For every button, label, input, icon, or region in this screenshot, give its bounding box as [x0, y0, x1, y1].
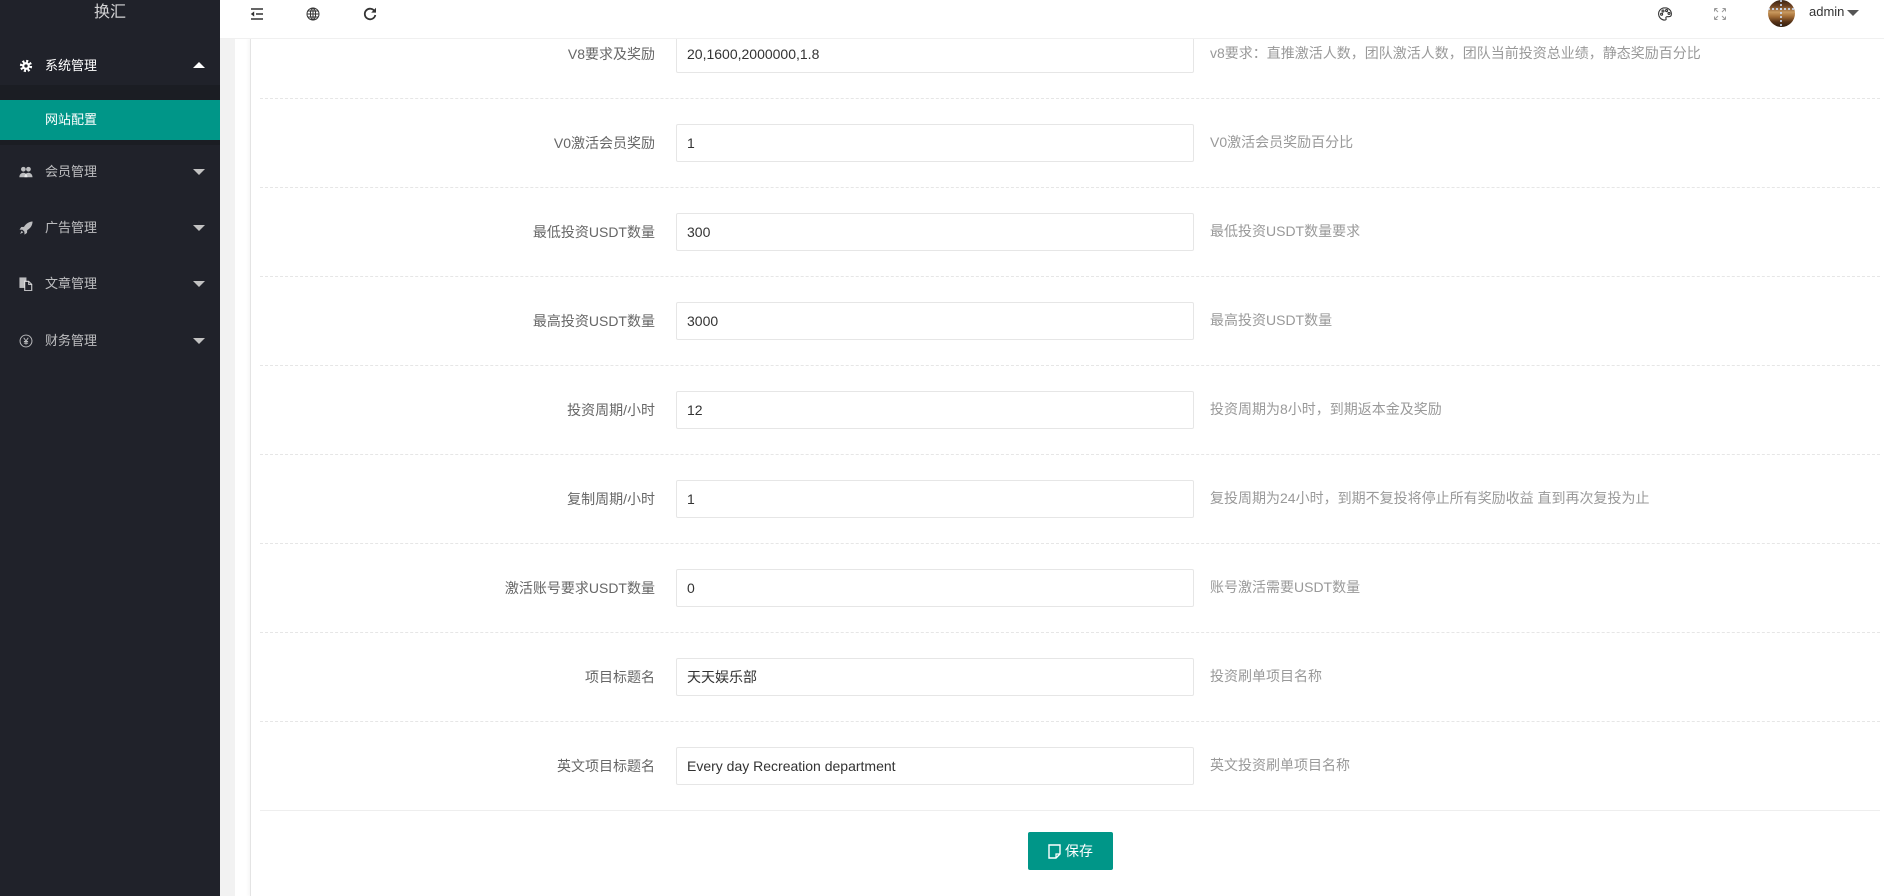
- sidebar-item-article-management[interactable]: 文章管理: [0, 256, 220, 312]
- field-label: V0激活会员奖励: [553, 135, 655, 151]
- min-invest-usdt-input[interactable]: [676, 213, 1194, 251]
- form-row-project-title-en: 英文项目标题名 英文投资刷单项目名称: [260, 722, 1880, 811]
- refresh-icon[interactable]: [362, 6, 378, 22]
- sidebar-item-label: 广告管理: [45, 220, 98, 235]
- field-hint: 投资周期为8小时，到期返本金及奖励: [1210, 401, 1442, 417]
- project-title-input[interactable]: [676, 658, 1194, 696]
- form-row-reinvest-period: 复制周期/小时 复投周期为24小时，到期不复投将停止所有奖励收益 直到再次复投为…: [260, 455, 1880, 544]
- sidebar-item-member-management[interactable]: 会员管理: [0, 144, 220, 200]
- field-hint: 投资刷单项目名称: [1210, 668, 1322, 684]
- invest-period-input[interactable]: [676, 391, 1194, 429]
- chevron-down-icon: [193, 169, 205, 175]
- copy-icon: [19, 277, 33, 291]
- form-row-v0-reward: V0激活会员奖励 V0激活会员奖励百分比: [260, 99, 1880, 188]
- form-row-max-invest: 最高投资USDT数量 最高投资USDT数量: [260, 277, 1880, 366]
- max-invest-usdt-input[interactable]: [676, 302, 1194, 340]
- chevron-down-icon: [193, 281, 205, 287]
- v8-reward-input[interactable]: [676, 35, 1194, 73]
- form-row-min-invest: 最低投资USDT数量 最低投资USDT数量要求: [260, 188, 1880, 277]
- chevron-down-icon: [193, 225, 205, 231]
- caret-down-icon[interactable]: [1847, 10, 1859, 16]
- field-label: 投资周期/小时: [567, 402, 655, 418]
- field-hint: 账号激活需要USDT数量: [1210, 579, 1361, 595]
- field-label: 最低投资USDT数量: [532, 224, 655, 240]
- fullscreen-icon[interactable]: [1712, 6, 1728, 22]
- field-hint: 复投周期为24小时，到期不复投将停止所有奖励收益 直到再次复投为止: [1210, 490, 1650, 506]
- sidebar-item-ad-management[interactable]: 广告管理: [0, 200, 220, 256]
- field-label: 复制周期/小时: [567, 491, 655, 507]
- sidebar-item-label: 网站配置: [45, 112, 98, 127]
- form-row-activation-usdt: 激活账号要求USDT数量 账号激活需要USDT数量: [260, 544, 1880, 633]
- sidebar-item-label: 财务管理: [45, 333, 98, 348]
- theme-palette-icon[interactable]: [1657, 6, 1673, 22]
- sidebar-item-site-config[interactable]: 网站配置: [0, 100, 220, 140]
- site-config-form: V8要求及奖励 v8要求：直推激活人数，团队激活人数，团队当前投资总业绩，静态奖…: [260, 10, 1880, 811]
- yen-icon: [19, 334, 33, 348]
- sidebar: 换汇 系统管理 网站配置 会员管理 广告管理 文章管理 财务管理: [0, 0, 220, 896]
- field-label: 英文项目标题名: [557, 758, 655, 774]
- chevron-down-icon: [193, 338, 205, 344]
- gear-icon: [19, 59, 33, 73]
- avatar[interactable]: [1768, 0, 1795, 27]
- project-title-en-input[interactable]: [676, 747, 1194, 785]
- submenu-system-management: 网站配置: [0, 85, 220, 145]
- save-button[interactable]: 保存: [1028, 832, 1113, 870]
- user-name[interactable]: admin: [1809, 4, 1844, 19]
- field-label: 激活账号要求USDT数量: [504, 580, 655, 596]
- form-row-invest-period: 投资周期/小时 投资周期为8小时，到期返本金及奖励: [260, 366, 1880, 455]
- field-label: 最高投资USDT数量: [532, 313, 655, 329]
- sidebar-item-label: 会员管理: [45, 164, 98, 179]
- users-icon: [19, 165, 33, 179]
- chevron-up-icon: [193, 62, 205, 68]
- v0-reward-input[interactable]: [676, 124, 1194, 162]
- rocket-icon: [19, 221, 33, 235]
- save-button-label: 保存: [1065, 843, 1093, 859]
- globe-icon[interactable]: [305, 6, 321, 22]
- app-logo[interactable]: 换汇: [0, 0, 220, 26]
- field-hint: 最高投资USDT数量: [1210, 312, 1333, 328]
- sidebar-item-label: 文章管理: [45, 276, 98, 291]
- sidebar-item-finance-management[interactable]: 财务管理: [0, 313, 220, 369]
- save-document-icon: [1048, 843, 1061, 859]
- field-hint: V0激活会员奖励百分比: [1210, 134, 1354, 150]
- field-label: 项目标题名: [585, 669, 655, 685]
- activation-usdt-input[interactable]: [676, 569, 1194, 607]
- shrink-menu-icon[interactable]: [249, 6, 265, 22]
- top-header: admin: [220, 0, 1884, 39]
- form-row-project-title: 项目标题名 投资刷单项目名称: [260, 633, 1880, 722]
- field-hint: 英文投资刷单项目名称: [1210, 757, 1350, 773]
- reinvest-period-input[interactable]: [676, 480, 1194, 518]
- field-hint: 最低投资USDT数量要求: [1210, 223, 1361, 239]
